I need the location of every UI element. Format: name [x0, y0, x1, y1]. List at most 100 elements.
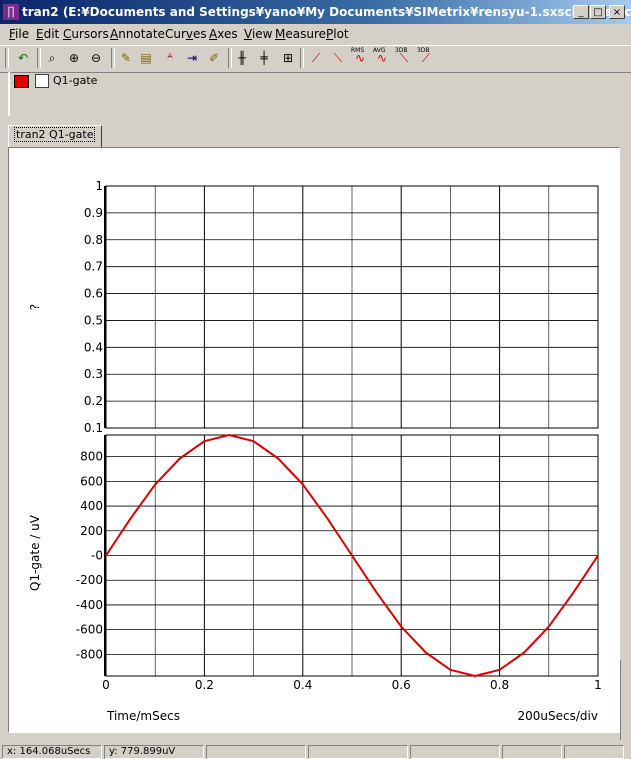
toolbar-separator: [37, 48, 41, 68]
annotate-text-icon[interactable]: ▤: [136, 48, 156, 68]
menu-measure[interactable]: Measure: [275, 27, 326, 41]
series-point: [400, 625, 403, 628]
menu-view[interactable]: View: [244, 27, 272, 41]
toolbar-button-caption: 3DB: [417, 47, 430, 54]
annotate-abc-icon[interactable]: ᴬ: [160, 48, 180, 68]
status-y-readout: y: 779.899uV: [104, 745, 204, 759]
menu-curves[interactable]: Curves: [165, 27, 207, 41]
lower-y-tick-label: 200: [80, 524, 103, 538]
lower-y-tick-label: -400: [76, 598, 103, 612]
toolbar-separator: [111, 48, 115, 68]
series-point: [597, 554, 599, 557]
tab-label[interactable]: tran2 Q1-gate: [13, 127, 96, 142]
curve-legend-label[interactable]: Q1-gate: [53, 74, 97, 87]
series-point: [326, 517, 329, 520]
upper-y-tick-label: 0.6: [84, 287, 103, 301]
series-point: [449, 669, 452, 671]
x-tick-label: 0: [102, 678, 110, 692]
series-point: [179, 457, 181, 460]
lower-y-axis-label: Q1-gate / uV: [28, 514, 42, 591]
fall-time-icon[interactable]: ⟍: [328, 48, 348, 68]
toolbar-separator: [5, 48, 9, 68]
series-point: [277, 457, 280, 460]
maximize-button[interactable]: □: [590, 5, 606, 19]
series-point: [203, 440, 206, 442]
upper-y-tick-label: 0.8: [84, 233, 103, 247]
status-pane: [206, 745, 306, 759]
toolbar-button-caption: 3DB: [395, 47, 408, 54]
toolbar-button-caption: RMS: [351, 47, 365, 54]
series-point: [154, 483, 156, 486]
grid-icon[interactable]: ╫: [232, 48, 252, 68]
annotate-arrow-icon[interactable]: ⇥: [182, 48, 202, 68]
series-point: [351, 554, 353, 557]
series-point: [425, 651, 427, 654]
lower-y-tick-label: -0: [91, 549, 103, 563]
series-point: [498, 669, 501, 671]
x-tick-label: 1: [594, 678, 602, 692]
upper-y-axis-label: ?: [28, 304, 42, 310]
axis-icon[interactable]: ╪: [254, 48, 274, 68]
plot-panel[interactable]: 1 0.9 0.8 0.7 0.6 0.5 0.4 0.3 0.2 0.1? 800 600 400 20…: [8, 147, 620, 733]
menu-annotate[interactable]: Annotate: [110, 27, 165, 41]
menu-axes[interactable]: Axes: [209, 27, 238, 41]
annotate-curve-icon[interactable]: ✐: [204, 48, 224, 68]
window-title: tran2 (E:¥Documents and Settings¥yano¥My…: [22, 5, 631, 19]
toolbar-separator: [300, 48, 304, 68]
zoom-fit-icon[interactable]: ⌕: [42, 48, 62, 68]
annotate-select-icon[interactable]: ✎: [116, 48, 136, 68]
lower-y-tick-label: 400: [80, 499, 103, 513]
series-point: [302, 483, 304, 486]
upper-y-tick-label: 0.5: [84, 313, 103, 327]
zoom-out-icon[interactable]: ⊖: [86, 48, 106, 68]
lower-y-tick-label: -600: [76, 623, 103, 637]
series-point: [474, 675, 476, 677]
x-tick-label: 0.6: [392, 678, 411, 692]
status-x-readout: x: 164.068uSecs: [2, 745, 102, 759]
close-button[interactable]: ×: [609, 5, 625, 19]
lower-y-tick-label: -200: [76, 573, 103, 587]
undo-icon[interactable]: ↶: [13, 48, 33, 68]
plot-canvas[interactable]: 1 0.9 0.8 0.7 0.6 0.5 0.4 0.3 0.2 0.1? 800 600 400 20…: [9, 148, 619, 732]
upper-y-tick-label: 0.2: [84, 394, 103, 408]
series-point: [548, 625, 550, 628]
app-icon[interactable]: ∏: [3, 4, 19, 20]
menu-edit[interactable]: Edit: [36, 27, 59, 41]
x-tick-label: 0.8: [490, 678, 509, 692]
upper-y-tick-label: 1: [95, 179, 103, 193]
series-point: [572, 591, 575, 594]
upper-y-tick-label: 0.9: [84, 206, 103, 220]
upper-y-tick-label: 0.7: [84, 260, 103, 274]
status-pane: [564, 745, 624, 759]
minimize-button[interactable]: _: [573, 5, 589, 19]
zoom-in-icon[interactable]: ⊕: [64, 48, 84, 68]
curve-color-swatch[interactable]: [14, 75, 29, 88]
status-pane: [308, 745, 408, 759]
series-point: [523, 651, 525, 654]
series-point: [228, 434, 230, 436]
menu-plot[interactable]: Plot: [326, 27, 349, 41]
x-div-label: 200uSecs/div: [518, 709, 598, 723]
menu-cursors[interactable]: Cursors: [63, 27, 109, 41]
series-point: [252, 440, 255, 442]
lower-y-tick-label: 800: [80, 450, 103, 464]
curve-select-checkbox[interactable]: [35, 74, 49, 88]
rise-time-icon[interactable]: ⟋: [306, 48, 326, 68]
status-pane: [502, 745, 562, 759]
lower-y-tick-label: 600: [80, 474, 103, 488]
series-point: [105, 554, 107, 557]
lower-y-tick-label: -800: [76, 647, 103, 661]
series-point: [129, 517, 132, 520]
x-axis-label: Time/mSecs: [106, 709, 180, 723]
upper-y-tick-label: 0.3: [84, 367, 103, 381]
toolbar-button-caption: AVG: [373, 47, 386, 54]
window-edge: [620, 660, 631, 740]
curve-legend-bar: [8, 72, 631, 116]
x-tick-label: 0.4: [293, 678, 312, 692]
upper-y-tick-label: 0.4: [84, 340, 103, 354]
menu-file[interactable]: File: [9, 27, 29, 41]
upper-y-tick-label: 0.1: [84, 421, 103, 435]
axis-edit-icon[interactable]: ⊞: [278, 48, 298, 68]
x-tick-label: 0.2: [195, 678, 214, 692]
series-point: [375, 591, 378, 594]
